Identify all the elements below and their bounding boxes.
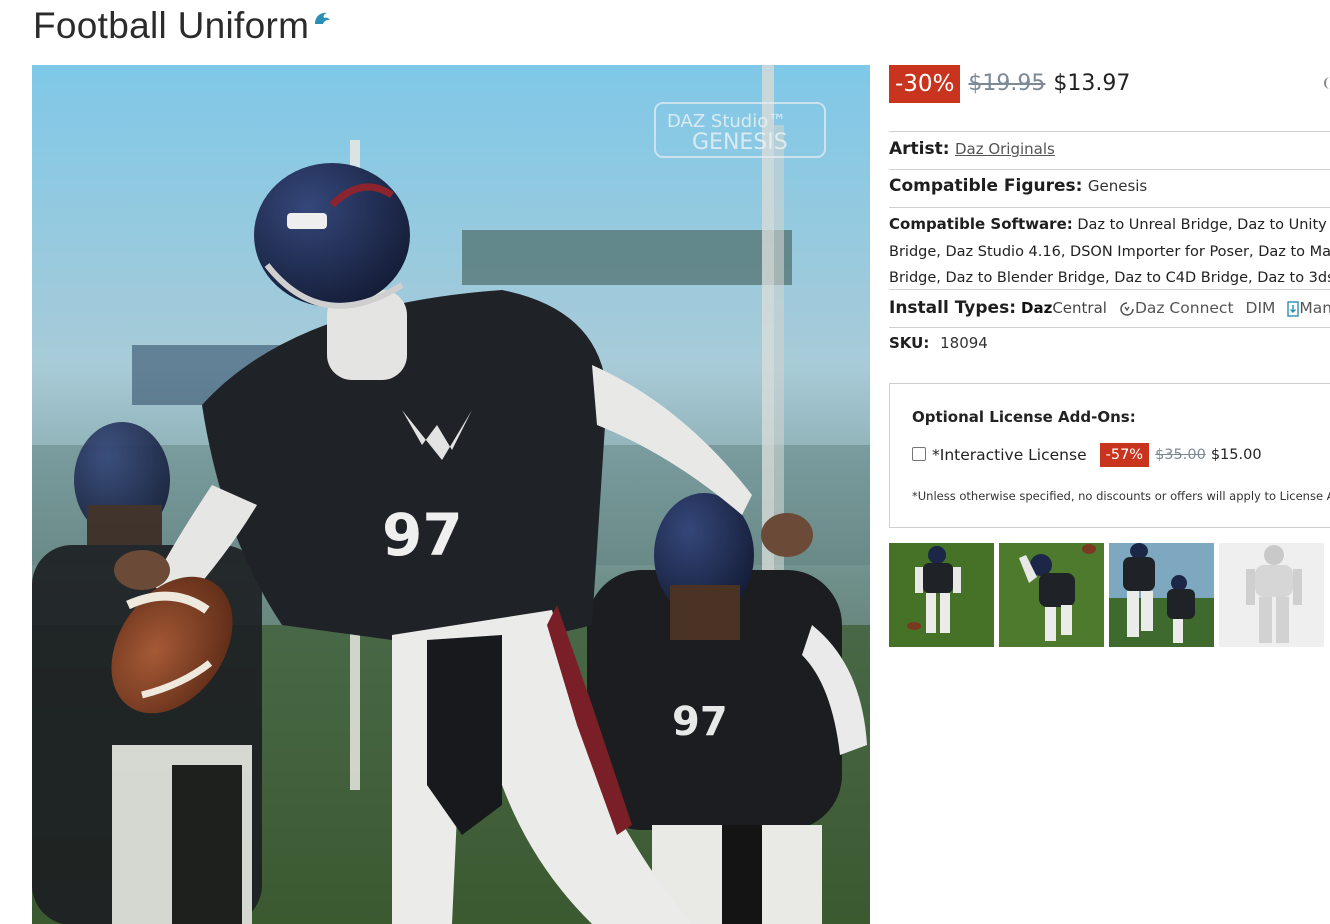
addons-disclaimer: *Unless otherwise specified, no discount… <box>912 489 1330 503</box>
title-row: Football Uniform <box>33 4 333 50</box>
original-price: $19.95 <box>968 71 1046 96</box>
download-file-icon <box>1287 300 1300 317</box>
install-types-row: Install Types: Daz Central Daz Connect DI… <box>889 289 1330 327</box>
addon-original-price: $35.00 <box>1155 447 1206 463</box>
price-row: -30% $19.95 $13.97 <box>889 65 1330 131</box>
sku-label: SKU: <box>889 334 930 352</box>
manual-install-label: Manual Install <box>1299 299 1330 317</box>
addon-sale-price: $15.00 <box>1210 447 1262 463</box>
artist-row: Artist: Daz Originals <box>889 131 1330 169</box>
addons-title: Optional License Add-Ons: <box>912 408 1136 426</box>
addon-discount-badge: -57% <box>1099 443 1150 467</box>
watermark-line2: GENESIS <box>692 130 788 155</box>
jersey-number-main: 97 <box>382 501 463 569</box>
compatible-figures-row: Compatible Figures: Genesis <box>889 169 1330 207</box>
interactive-license-label[interactable]: *Interactive License <box>932 446 1087 464</box>
compatible-figures-value: Genesis <box>1087 177 1148 195</box>
interactive-license-checkbox[interactable] <box>912 446 926 461</box>
watermark-line1: DAZ Studio™ <box>667 111 786 132</box>
sku-value: 18094 <box>940 334 988 352</box>
addon-interactive-license: *Interactive License -57% $35.00 $15.00 <box>912 443 1330 467</box>
compatible-figures-label: Compatible Figures: <box>889 176 1083 196</box>
product-hero-image[interactable]: DAZ Studio™ GENESIS 97 97 <box>32 65 870 924</box>
sku-row: SKU: 18094 <box>889 327 1330 361</box>
artist-link[interactable]: Daz Originals <box>955 140 1055 158</box>
license-addons-box: Optional License Add-Ons: *Interactive L… <box>889 383 1330 528</box>
product-details-panel: -30% $19.95 $13.97 Artist: Daz Originals… <box>889 65 1330 924</box>
thumbnail-1[interactable] <box>889 543 994 647</box>
product-title: Football Uniform <box>33 5 310 46</box>
thumbnail-4[interactable] <box>1219 543 1324 647</box>
wishlist-icon[interactable] <box>1324 77 1330 89</box>
jersey-number-right: 97 <box>672 699 728 745</box>
genesis-logo-icon <box>313 10 333 28</box>
daz-central-logo-bold: Daz <box>1021 299 1053 317</box>
daz-connect-icon <box>1120 301 1134 316</box>
thumbnail-3[interactable] <box>1109 543 1214 647</box>
thumbnail-strip <box>889 543 1324 647</box>
daz-connect-label: Daz Connect <box>1134 299 1234 317</box>
thumbnail-2[interactable] <box>999 543 1104 647</box>
discount-badge: -30% <box>889 65 961 103</box>
daz-connect-option: Daz Connect <box>1119 292 1234 325</box>
manual-install-option: Manual Install <box>1287 292 1330 325</box>
artist-label: Artist: <box>889 139 950 159</box>
install-types-label: Install Types: <box>889 298 1016 318</box>
compatible-software-row: Compatible Software: Daz to Unreal Bridg… <box>889 207 1330 289</box>
daz-central-logo-text: Central <box>1052 299 1107 317</box>
sale-price: $13.97 <box>1053 71 1131 96</box>
dim-option: DIM <box>1245 299 1276 317</box>
compatible-software-label: Compatible Software: <box>889 215 1073 233</box>
